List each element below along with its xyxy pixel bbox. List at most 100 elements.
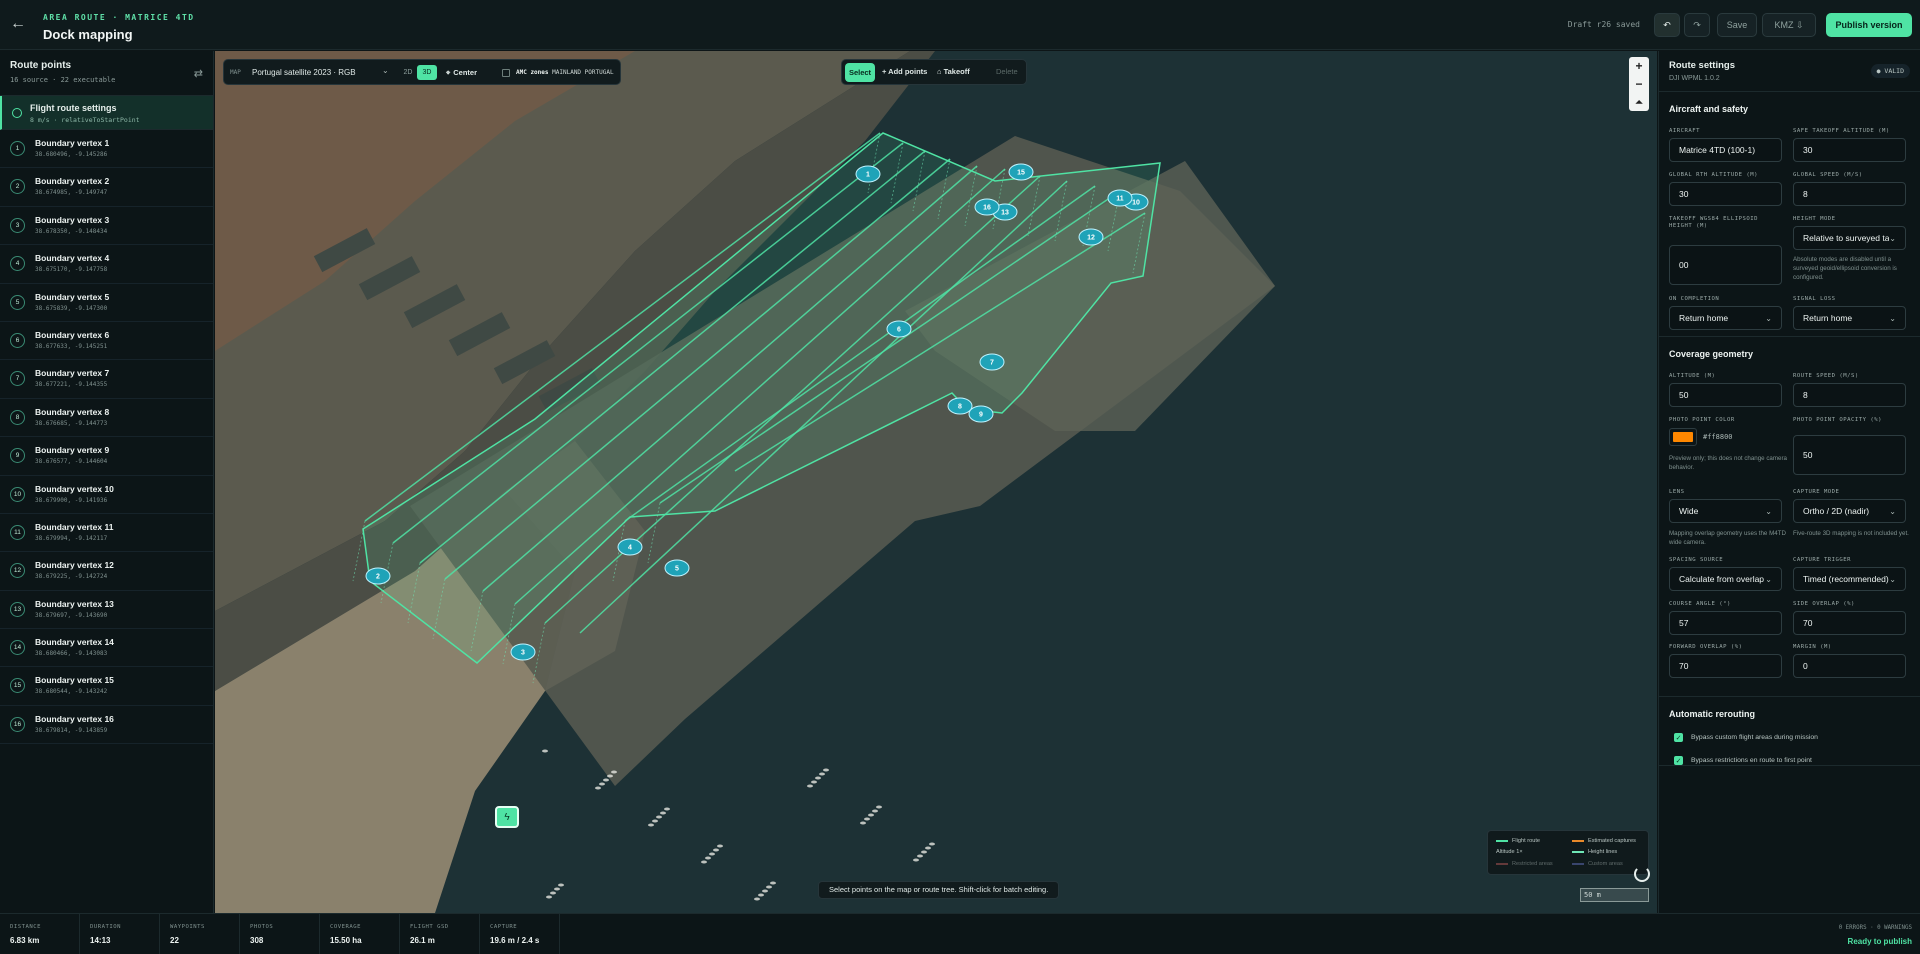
flight-route-settings-item[interactable]: Flight route settings 8 m/s · relativeTo… [0,96,213,130]
zoom-in-button[interactable]: + [1629,57,1649,75]
vertex-row[interactable]: 12 Boundary vertex 12 38.679225, -9.142724 [0,552,213,591]
aircraft-field[interactable]: Matrice 4TD (100-1) [1669,138,1782,162]
vertex-row[interactable]: 8 Boundary vertex 8 38.676685, -9.144773 [0,399,213,438]
select-tool-button[interactable]: Select [845,63,875,82]
photo-opacity-field[interactable]: 50 [1793,435,1906,475]
route-settings-title: Route settings [1669,60,1735,71]
zoom-out-button[interactable]: − [1629,75,1649,93]
vertex-row[interactable]: 7 Boundary vertex 7 38.677221, -9.144355 [0,360,213,399]
map-toolbar: MAP Portugal satellite 2023 · RGB ⌄ 2D 3… [223,59,621,85]
vertex-row[interactable]: 9 Boundary vertex 9 38.676577, -9.144604 [0,437,213,476]
boat [819,772,825,776]
chevron-down-icon: ⌄ [1889,574,1896,584]
swap-icon[interactable]: ⇄ [194,67,203,80]
route-speed-field[interactable]: 8 [1793,383,1906,407]
vertex-number: 13 [10,601,25,617]
mode-2d-toggle[interactable]: 2D [400,65,416,80]
signal-loss-select[interactable]: Return home ⌄ [1793,306,1906,330]
route-speed-label: ROUTE SPEED (M/S) [1793,373,1859,379]
safe-takeoff-field[interactable]: 30 [1793,138,1906,162]
margin-field[interactable]: 0 [1793,654,1906,678]
side-overlap-label: SIDE OVERLAP (%) [1793,601,1855,607]
vertex-name: Boundary vertex 12 [35,560,114,571]
vertex-row[interactable]: 5 Boundary vertex 5 38.675839, -9.147300 [0,284,213,322]
course-angle-field[interactable]: 57 [1669,611,1782,635]
bypass-custom-areas-checkbox[interactable]: ✓ [1674,733,1683,742]
add-points-button[interactable]: + Add points [882,67,927,76]
delete-button[interactable]: Delete [996,67,1018,76]
ellipsoid-field[interactable]: 00 [1669,245,1782,285]
ellipsoid-label: TAKEOFF WGS84 ELLIPSOID HEIGHT (M) [1669,216,1758,229]
boat [758,893,764,897]
ready-status: Ready to publish [1847,937,1912,946]
takeoff-button[interactable]: ⌂ Takeoff [937,67,970,76]
bypass-restrictions-checkbox[interactable]: ✓ [1674,756,1683,765]
compass-icon[interactable]: ⏶ [1629,93,1649,111]
vertex-row[interactable]: 14 Boundary vertex 14 38.680466, -9.143083 [0,629,213,668]
global-speed-field[interactable]: 8 [1793,182,1906,206]
vertex-number: 14 [10,640,25,656]
vertex-row[interactable]: 3 Boundary vertex 3 38.678350, -9.148434 [0,207,213,246]
map-layer-select[interactable]: Portugal satellite 2023 · RGB [246,64,396,81]
boat [770,881,776,885]
vertex-name: Boundary vertex 15 [35,675,114,686]
kmz-export-button[interactable]: KMZ ⇩ [1762,13,1816,37]
spacing-source-value: Calculate from overlap [1679,574,1765,584]
global-rth-field[interactable]: 30 [1669,182,1782,206]
vertex-row[interactable]: 16 Boundary vertex 16 38.679814, -9.143859 [0,706,213,745]
swatch-fill [1673,432,1693,442]
photo-opacity-label: PHOTO POINT OPACITY (%) [1793,417,1882,423]
publish-version-button[interactable]: Publish version [1826,13,1912,37]
altitude-field[interactable]: 50 [1669,383,1782,407]
lens-value: Wide [1679,506,1699,516]
vertex-row[interactable]: 2 Boundary vertex 2 38.674985, -9.149747 [0,168,213,207]
vertex-number: 2 [10,179,25,195]
vertex-row[interactable]: 6 Boundary vertex 6 38.677633, -9.145251 [0,322,213,361]
back-arrow-icon[interactable]: ← [10,15,26,33]
capture-mode-select[interactable]: Ortho / 2D (nadir) ⌄ [1793,499,1906,523]
side-overlap-field[interactable]: 70 [1793,611,1906,635]
amc-zones-checkbox[interactable] [502,69,510,77]
vertex-row[interactable]: 11 Boundary vertex 11 38.679994, -9.142117 [0,514,213,553]
spacing-source-select[interactable]: Calculate from overlap ⌄ [1669,567,1782,591]
vertex-name: Boundary vertex 1 [35,138,110,148]
undo-button[interactable]: ↶ [1654,13,1680,37]
vertex-row[interactable]: 4 Boundary vertex 4 38.675170, -9.147758 [0,245,213,284]
route-settings-panel: Route settings DJI WPML 1.0.2 ● VALID Ai… [1658,51,1920,913]
flight-route-settings-subtitle: 8 m/s · relativeToStartPoint [30,116,140,124]
coverage-geometry-title: Coverage geometry [1669,349,1754,359]
bypass-custom-areas-label: Bypass custom flight areas during missio… [1691,734,1818,741]
vertex-row[interactable]: 1 Boundary vertex 1 38.680496, -9.145286 [0,130,213,169]
height-mode-select[interactable]: Relative to surveyed take ⌄ [1793,226,1906,250]
signal-loss-label: SIGNAL LOSS [1793,296,1836,302]
boat [611,770,617,774]
save-button[interactable]: Save [1717,13,1757,37]
waypoint-marker-label: 9 [979,412,983,419]
boat [542,749,548,753]
vertex-number: 7 [10,371,25,387]
vertex-row[interactable]: 15 Boundary vertex 15 38.680544, -9.143242 [0,667,213,706]
settings-gear-icon [12,108,22,118]
stat-waypoints: WAYPOINTS 22 [160,914,240,954]
forward-overlap-field[interactable]: 70 [1669,654,1782,678]
map-view[interactable]: 1 2 3 4 5 6 7 8 9 10 11 12 13 16 15 MAP Portugal satel… [215,51,1657,913]
height-mode-label: HEIGHT MODE [1793,216,1836,222]
vertex-row[interactable]: 10 Boundary vertex 10 38.679900, -9.141936 [0,476,213,514]
vertex-name: Boundary vertex 5 [35,291,110,302]
waypoint-marker-label: 13 [1001,210,1009,217]
on-completion-select[interactable]: Return home ⌄ [1669,306,1782,330]
capture-trigger-select[interactable]: Timed (recommended) ⌄ [1793,567,1906,591]
route-points-panel: Route points 16 source · 22 executable ⇄… [0,51,214,913]
photo-color-swatch[interactable] [1669,428,1697,446]
lens-select[interactable]: Wide ⌄ [1669,499,1782,523]
capture-trigger-value: Timed (recommended) [1803,574,1889,584]
satellite-map[interactable]: 123456789101112131615 [215,51,1657,913]
takeoff-point-marker[interactable]: ϟ [495,806,519,828]
map-label: MAP [230,69,241,76]
vertex-row[interactable]: 13 Boundary vertex 13 38.679697, -9.143690 [0,591,213,630]
boat [807,784,813,788]
boat [815,776,821,780]
mode-3d-toggle[interactable]: 3D [417,65,437,80]
redo-button[interactable]: ↷ [1684,13,1710,37]
center-button[interactable]: ⌖ Center [446,64,490,81]
